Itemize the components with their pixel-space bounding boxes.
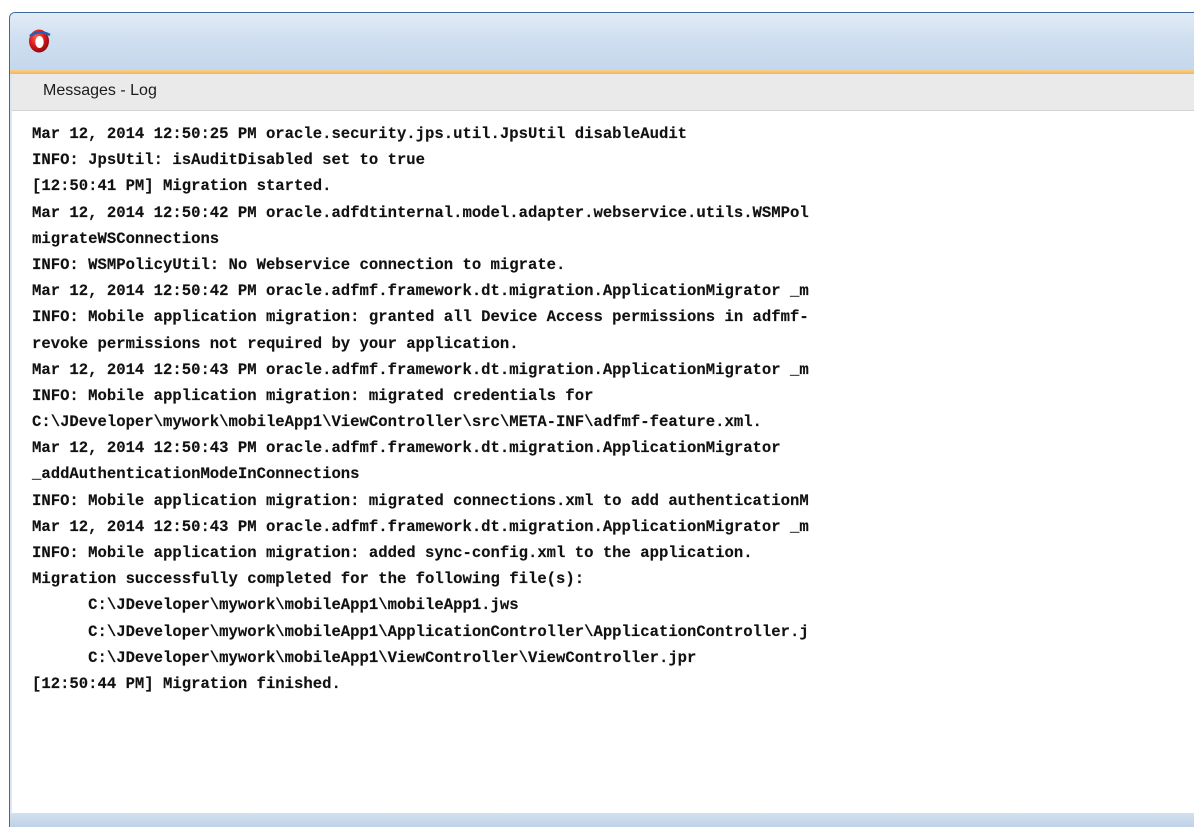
log-line: INFO: Mobile application migration: adde…	[32, 544, 753, 562]
log-line: C:\JDeveloper\mywork\mobileApp1\ViewCont…	[32, 413, 762, 432]
oracle-jdeveloper-logo-icon[interactable]	[26, 28, 52, 54]
log-line: C:\JDeveloper\mywork\mobileApp1\Applicat…	[32, 622, 809, 641]
log-line: Mar 12, 2014 12:50:42 PM oracle.adfdtint…	[32, 203, 809, 222]
log-line: _addAuthenticationModeInConnections	[32, 465, 360, 484]
log-lines: Mar 12, 2014 12:50:25 PM oracle.security…	[32, 121, 809, 697]
log-line: [12:50:44 PM] Migration finished.	[32, 674, 341, 693]
log-line: Mar 12, 2014 12:50:43 PM oracle.adfmf.fr…	[32, 439, 781, 458]
window-bottom-edge	[10, 813, 1194, 827]
log-line: INFO: JpsUtil: isAuditDisabled set to tr…	[32, 151, 426, 170]
log-line: INFO: Mobile application migration: gran…	[32, 308, 809, 327]
messages-log-tab[interactable]: Messages - Log	[12, 74, 1194, 111]
messages-log-tab-label: Messages - Log	[43, 82, 157, 99]
log-line: revoke permissions not required by your …	[32, 334, 519, 353]
log-line: migrateWSConnections	[32, 229, 220, 248]
app-window: Messages - Log Mar 12, 2014 12:50:25 PM …	[9, 12, 1194, 827]
log-line: Migration successfully completed for the…	[32, 570, 585, 589]
title-bar[interactable]	[10, 13, 1194, 70]
log-line: [12:50:41 PM] Migration started.	[32, 177, 332, 196]
log-line: INFO: Mobile application migration: migr…	[32, 386, 594, 405]
log-line: Mar 12, 2014 12:50:43 PM oracle.adfmf.fr…	[32, 517, 809, 536]
log-line: C:\JDeveloper\mywork\mobileApp1\mobileAp…	[32, 596, 519, 615]
log-line: Mar 12, 2014 12:50:43 PM oracle.adfmf.fr…	[32, 360, 809, 379]
log-line: INFO: Mobile application migration: migr…	[32, 491, 809, 510]
log-line: Mar 12, 2014 12:50:42 PM oracle.adfmf.fr…	[32, 282, 809, 301]
log-line: Mar 12, 2014 12:50:25 PM oracle.security…	[32, 125, 688, 143]
log-output-area[interactable]: Mar 12, 2014 12:50:25 PM oracle.security…	[12, 111, 1194, 813]
log-line: C:\JDeveloper\mywork\mobileApp1\ViewCont…	[32, 648, 697, 667]
log-line: INFO: WSMPolicyUtil: No Webservice conne…	[32, 255, 566, 274]
